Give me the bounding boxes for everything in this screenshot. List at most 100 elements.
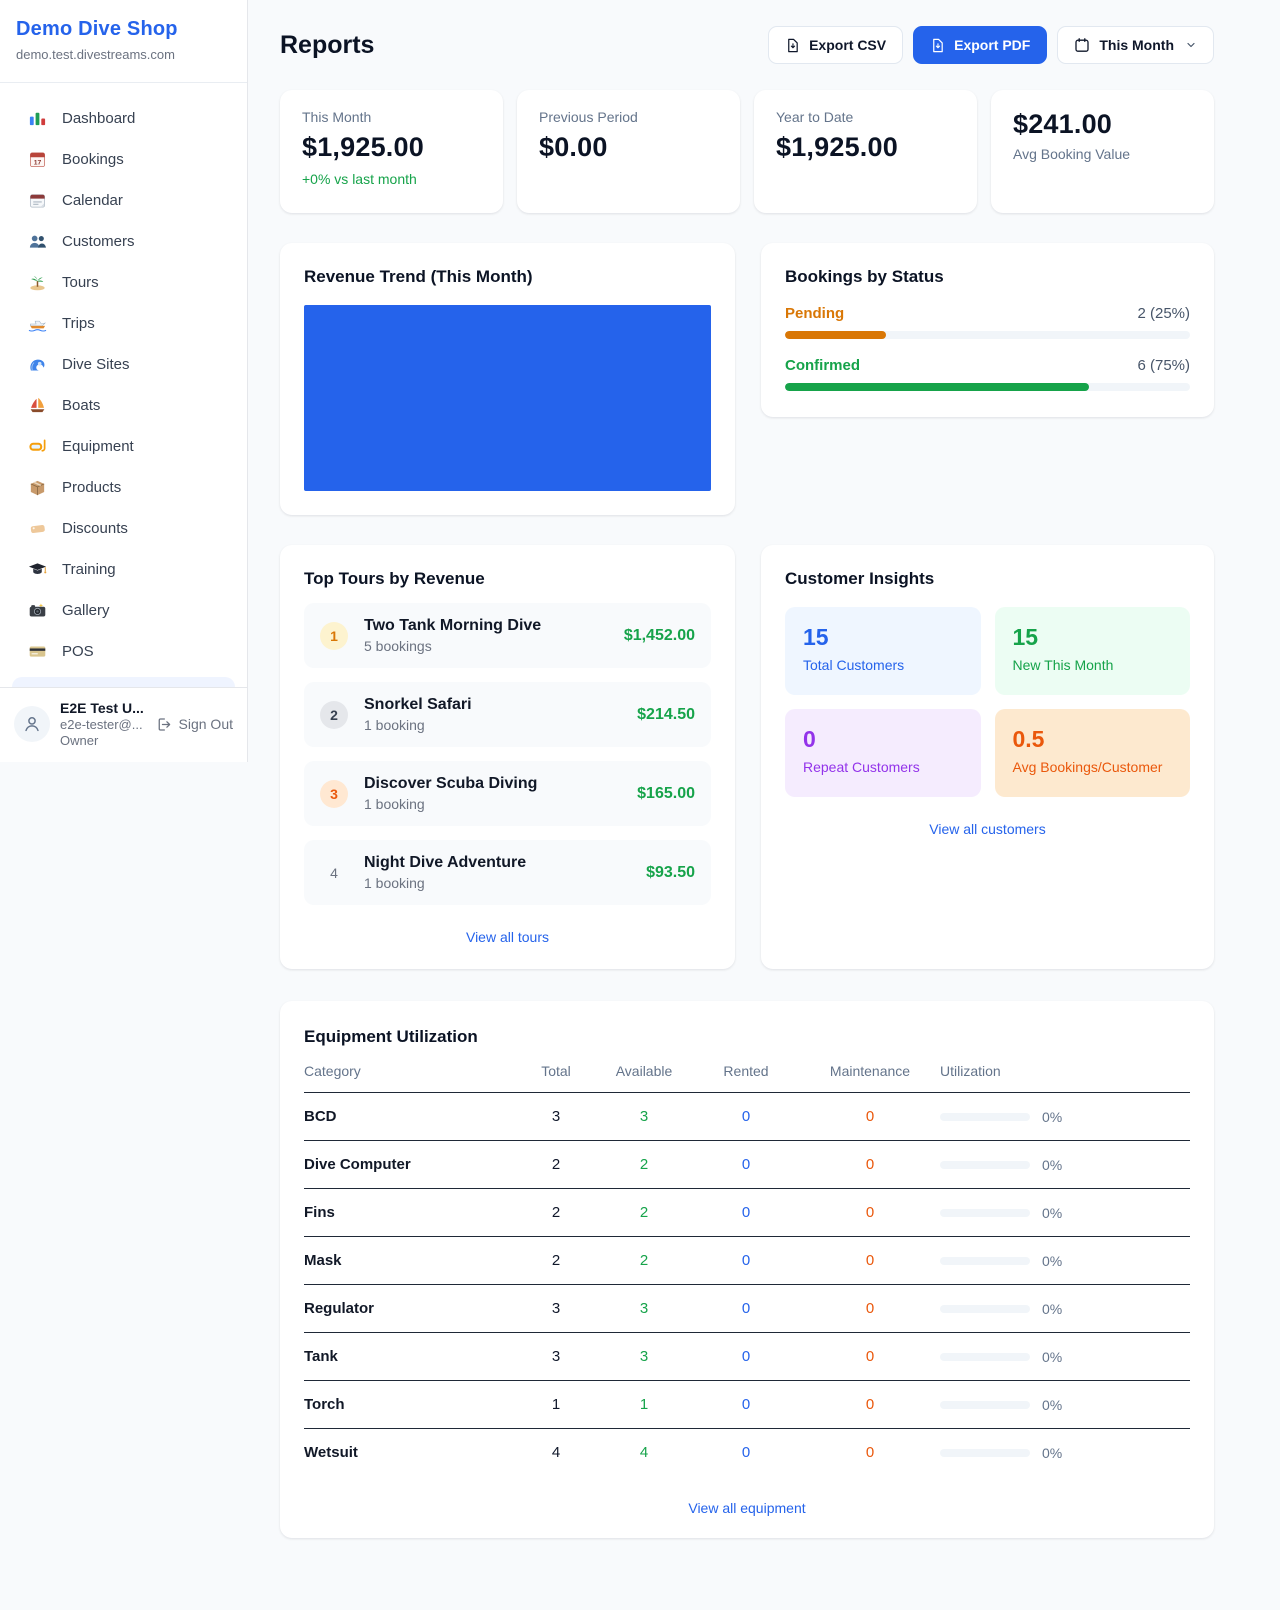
- equipment-rented: 0: [692, 1333, 800, 1381]
- sidebar-item-tours[interactable]: Tours: [12, 263, 235, 302]
- stat-value: $1,925.00: [302, 132, 481, 163]
- island-icon: [28, 273, 47, 292]
- sidebar-item-bookings[interactable]: 17 Bookings: [12, 140, 235, 179]
- shop-domain: demo.test.divestreams.com: [16, 47, 231, 62]
- equipment-available: 4: [596, 1429, 692, 1476]
- equipment-utilization: 0%: [940, 1142, 1190, 1189]
- sidebar-item-dashboard[interactable]: Dashboard: [12, 99, 235, 138]
- svg-text:17: 17: [34, 160, 42, 167]
- equipment-utilization: 0%: [940, 1190, 1190, 1237]
- tour-name: Two Tank Morning Dive: [364, 617, 608, 635]
- utilization-percent: 0%: [1042, 1109, 1062, 1125]
- equipment-rented: 0: [692, 1093, 800, 1141]
- file-download-icon: [785, 38, 800, 53]
- equipment-maintenance: 0: [800, 1333, 940, 1381]
- revenue-trend-chart: [304, 305, 711, 491]
- export-pdf-button[interactable]: Export PDF: [913, 26, 1047, 64]
- revenue-trend-title: Revenue Trend (This Month): [304, 267, 711, 287]
- equipment-total: 3: [516, 1333, 596, 1381]
- view-all-customers-link[interactable]: View all customers: [785, 821, 1190, 837]
- sign-out-button[interactable]: Sign Out: [155, 716, 233, 733]
- equipment-rented: 0: [692, 1285, 800, 1333]
- sidebar-item-products[interactable]: Products: [12, 468, 235, 507]
- equipment-total: 4: [516, 1429, 596, 1476]
- tour-row[interactable]: 4 Night Dive Adventure 1 booking $93.50: [304, 840, 711, 905]
- calendar-icon: [28, 191, 47, 210]
- equipment-available: 3: [596, 1285, 692, 1333]
- equipment-maintenance: 0: [800, 1141, 940, 1189]
- sidebar-item-boats[interactable]: Boats: [12, 386, 235, 425]
- equipment-category: Mask: [304, 1237, 516, 1285]
- equipment-rented: 0: [692, 1381, 800, 1429]
- status-count: 2 (25%): [1137, 305, 1190, 322]
- top-tours-card: Top Tours by Revenue 1 Two Tank Morning …: [280, 545, 735, 969]
- tile-label: Total Customers: [803, 657, 963, 673]
- equipment-utilization: 0%: [940, 1094, 1190, 1141]
- utilization-percent: 0%: [1042, 1253, 1062, 1269]
- tour-name: Snorkel Safari: [364, 696, 621, 714]
- equipment-rented: 0: [692, 1141, 800, 1189]
- export-pdf-label: Export PDF: [954, 37, 1030, 53]
- sidebar-item-trips[interactable]: Trips: [12, 304, 235, 343]
- chevron-down-icon: [1185, 39, 1197, 51]
- calendar-outline-icon: [1074, 37, 1090, 53]
- equipment-category: BCD: [304, 1093, 516, 1141]
- tour-row[interactable]: 2 Snorkel Safari 1 booking $214.50: [304, 682, 711, 747]
- person-icon: [21, 713, 43, 735]
- rank-badge: 3: [320, 780, 348, 808]
- tour-bookings: 1 booking: [364, 796, 621, 812]
- equipment-maintenance: 0: [800, 1285, 940, 1333]
- sailboat-icon: [28, 396, 47, 415]
- sidebar-item-gallery[interactable]: Gallery: [12, 591, 235, 630]
- file-download-icon: [930, 38, 945, 53]
- column-header-category: Category: [304, 1047, 516, 1093]
- equipment-table: Category Total Available Rented Maintena…: [304, 1047, 1190, 1476]
- equipment-available: 3: [596, 1333, 692, 1381]
- equipment-utilization: 0%: [940, 1334, 1190, 1381]
- equipment-total: 1: [516, 1381, 596, 1429]
- bookings-by-status-card: Bookings by Status Pending 2 (25%) Confi…: [761, 243, 1214, 417]
- column-header-utilization: Utilization: [940, 1047, 1190, 1093]
- tile-value: 0: [803, 726, 963, 753]
- users-icon: [28, 232, 47, 251]
- view-all-tours-link[interactable]: View all tours: [304, 929, 711, 945]
- utilization-bar-track: [940, 1305, 1030, 1313]
- sidebar-item-pos[interactable]: POS: [12, 632, 235, 671]
- status-row-pending: Pending 2 (25%): [785, 305, 1190, 339]
- utilization-bar-track: [940, 1353, 1030, 1361]
- status-count: 6 (75%): [1137, 357, 1190, 374]
- tour-row[interactable]: 3 Discover Scuba Diving 1 booking $165.0…: [304, 761, 711, 826]
- sidebar-item-label: Boats: [62, 397, 100, 414]
- stat-value: $0.00: [539, 132, 718, 163]
- status-row-confirmed: Confirmed 6 (75%): [785, 357, 1190, 391]
- sidebar-item-label: Calendar: [62, 192, 123, 209]
- view-all-equipment-link[interactable]: View all equipment: [304, 1500, 1190, 1516]
- sidebar-item-equipment[interactable]: Equipment: [12, 427, 235, 466]
- credit-card-icon: [28, 642, 47, 661]
- sidebar-item-label: Trips: [62, 315, 95, 332]
- tour-name: Discover Scuba Diving: [364, 775, 621, 793]
- equipment-maintenance: 0: [800, 1381, 940, 1429]
- dive-mask-icon: [28, 437, 47, 456]
- sidebar-item-discounts[interactable]: Discounts: [12, 509, 235, 548]
- shop-name: Demo Dive Shop: [16, 18, 231, 41]
- camera-icon: [28, 601, 47, 620]
- sidebar-item-training[interactable]: Training: [12, 550, 235, 589]
- sidebar-item-dive-sites[interactable]: Dive Sites: [12, 345, 235, 384]
- rank-badge: 4: [320, 859, 348, 887]
- status-bar-fill: [785, 331, 886, 339]
- period-dropdown[interactable]: This Month: [1057, 26, 1214, 64]
- package-icon: [28, 478, 47, 497]
- equipment-total: 2: [516, 1189, 596, 1237]
- sidebar-item-label: Bookings: [62, 151, 124, 168]
- bookings-by-status-title: Bookings by Status: [785, 267, 1190, 287]
- sidebar-item-customers[interactable]: Customers: [12, 222, 235, 261]
- equipment-available: 3: [596, 1093, 692, 1141]
- sidebar-item-reports-partial[interactable]: [12, 677, 235, 687]
- sidebar-item-label: Discounts: [62, 520, 128, 537]
- sidebar-item-calendar[interactable]: Calendar: [12, 181, 235, 220]
- export-csv-button[interactable]: Export CSV: [768, 26, 903, 64]
- tile-value: 15: [1013, 624, 1173, 651]
- sidebar-nav: Dashboard 17 Bookings Calendar Customers…: [0, 83, 247, 687]
- tour-row[interactable]: 1 Two Tank Morning Dive 5 bookings $1,45…: [304, 603, 711, 668]
